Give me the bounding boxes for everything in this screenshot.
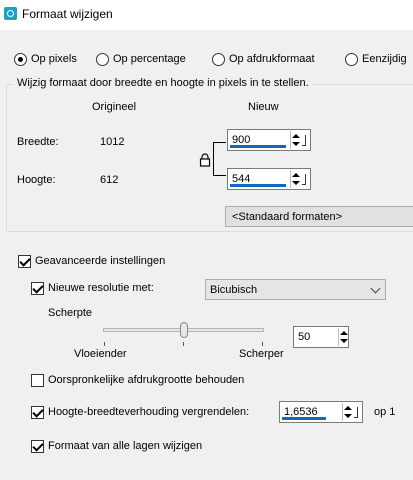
resample-checkbox[interactable]	[31, 281, 44, 295]
aspect-link-bracket	[213, 142, 226, 176]
height-label: Hoogte:	[17, 174, 56, 186]
slider-min-label: Vloeiender	[74, 348, 127, 360]
radio-label: Op percentage	[113, 53, 186, 65]
advanced-settings-checkbox[interactable]	[18, 254, 31, 268]
height-spinner-slider-icon[interactable]	[301, 170, 308, 188]
slider-tick	[262, 342, 263, 346]
radio-op-percentage[interactable]: Op percentage	[96, 50, 186, 68]
slider-tick	[183, 342, 184, 346]
group-title: Wijzig formaat door breedte en hoogte in…	[14, 77, 312, 89]
height-input[interactable]: 544	[227, 168, 311, 190]
window-title: Formaat wijzigen	[22, 7, 113, 21]
standard-formats-dropdown[interactable]: <Standaard formaten>	[225, 206, 413, 227]
radio-button[interactable]	[345, 52, 358, 66]
width-input[interactable]: 900	[227, 129, 311, 151]
radio-button[interactable]	[14, 52, 27, 66]
radio-label: Op pixels	[31, 53, 77, 65]
aspect-suffix: op 1	[374, 406, 396, 418]
sharpness-label: Scherpte	[48, 307, 93, 319]
app-icon	[4, 7, 17, 20]
sharpness-slider-thumb[interactable]	[179, 322, 188, 338]
radio-op-pixels[interactable]: Op pixels	[14, 50, 77, 68]
aspect-spinner[interactable]	[342, 403, 352, 421]
lock-aspect-checkbox-row[interactable]: Hoogte-breedteverhouding vergrendelen:	[31, 404, 249, 420]
height-spinner[interactable]	[290, 170, 300, 188]
checkbox-label: Hoogte-breedteverhouding vergrendelen:	[48, 406, 250, 418]
all-layers-checkbox-row[interactable]: Formaat van alle lagen wijzigen	[31, 438, 202, 454]
radio-button[interactable]	[212, 52, 225, 66]
width-spinner[interactable]	[290, 131, 300, 149]
input-underline	[230, 145, 286, 148]
resample-method-select[interactable]: Bicubisch	[205, 279, 386, 300]
column-header-new: Nieuw	[248, 101, 279, 113]
checkbox-label: Oorspronkelijke afdrukgrootte behouden	[48, 374, 245, 386]
aspect-ratio-input[interactable]: 1,6536	[279, 401, 363, 423]
sharpness-input-value: 50	[298, 331, 311, 343]
radio-label: Eenzijdig	[362, 53, 407, 65]
column-header-original: Origineel	[92, 101, 137, 113]
aspect-spinner-slider-icon[interactable]	[353, 403, 360, 421]
lock-icon[interactable]	[199, 153, 211, 167]
sharpness-spinner[interactable]	[338, 328, 348, 346]
all-layers-checkbox[interactable]	[31, 439, 44, 453]
height-original-value: 612	[100, 174, 119, 186]
width-spinner-slider-icon[interactable]	[301, 131, 308, 149]
keep-print-size-checkbox[interactable]	[31, 373, 44, 387]
radio-label: Op afdrukformaat	[229, 53, 315, 65]
advanced-settings-checkbox-row[interactable]: Geavanceerde instellingen	[18, 253, 165, 269]
radio-op-afdrukformaat[interactable]: Op afdrukformaat	[212, 50, 315, 68]
sharpness-input[interactable]: 50	[293, 326, 349, 348]
radio-button[interactable]	[96, 52, 109, 66]
slider-tick	[104, 342, 105, 346]
checkbox-label: Geavanceerde instellingen	[35, 255, 166, 267]
checkbox-label: Nieuwe resolutie met:	[48, 282, 154, 294]
input-underline	[282, 417, 326, 420]
input-underline	[230, 184, 286, 187]
width-original-value: 1012	[100, 136, 125, 148]
resample-checkbox-row[interactable]: Nieuwe resolutie met:	[31, 280, 154, 296]
chevron-down-icon	[370, 283, 381, 294]
keep-print-size-checkbox-row[interactable]: Oorspronkelijke afdrukgrootte behouden	[31, 372, 244, 388]
width-label: Breedte:	[17, 136, 59, 148]
slider-max-label: Scherper	[239, 348, 284, 360]
checkbox-label: Formaat van alle lagen wijzigen	[48, 440, 203, 452]
lock-aspect-checkbox[interactable]	[31, 405, 44, 419]
select-value: Bicubisch	[210, 284, 258, 296]
radio-eenzijdig[interactable]: Eenzijdig	[345, 50, 407, 68]
